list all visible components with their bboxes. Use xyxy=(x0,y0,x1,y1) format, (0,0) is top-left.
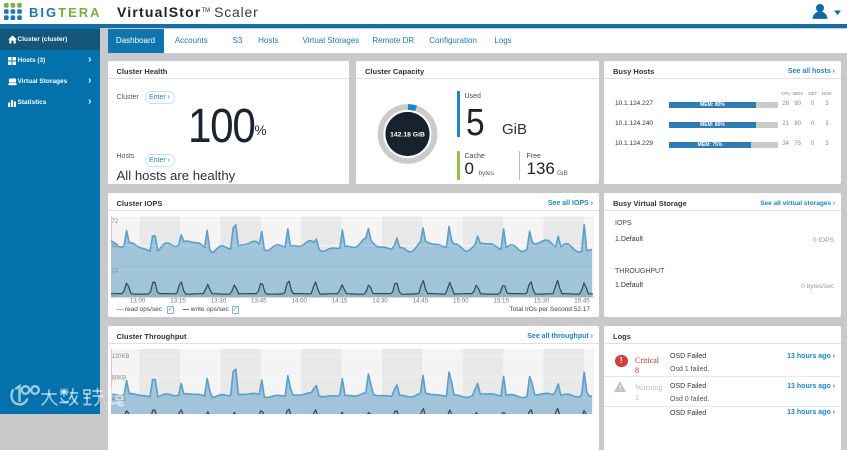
svg-text:15:30: 15:30 xyxy=(533,298,549,305)
svg-text:13:15: 13:15 xyxy=(170,298,186,305)
svg-text:15:45: 15:45 xyxy=(574,298,590,305)
svg-text:142.18 GiB: 142.18 GiB xyxy=(390,132,425,139)
svg-text:13:45: 13:45 xyxy=(251,298,267,305)
svg-text:14:15: 14:15 xyxy=(331,298,347,305)
svg-text:13:30: 13:30 xyxy=(210,298,226,305)
svg-text:15:15: 15:15 xyxy=(493,298,509,305)
svg-text:14:45: 14:45 xyxy=(412,298,428,305)
svg-text:14:30: 14:30 xyxy=(372,298,388,305)
svg-text:72: 72 xyxy=(111,219,118,225)
svg-text:13:00: 13:00 xyxy=(129,298,145,305)
svg-text:15:00: 15:00 xyxy=(453,298,469,305)
svg-text:24: 24 xyxy=(111,268,118,274)
svg-text:48: 48 xyxy=(111,244,118,250)
svg-text:14:00: 14:00 xyxy=(291,298,307,305)
svg-text:120KB: 120KB xyxy=(111,354,129,360)
